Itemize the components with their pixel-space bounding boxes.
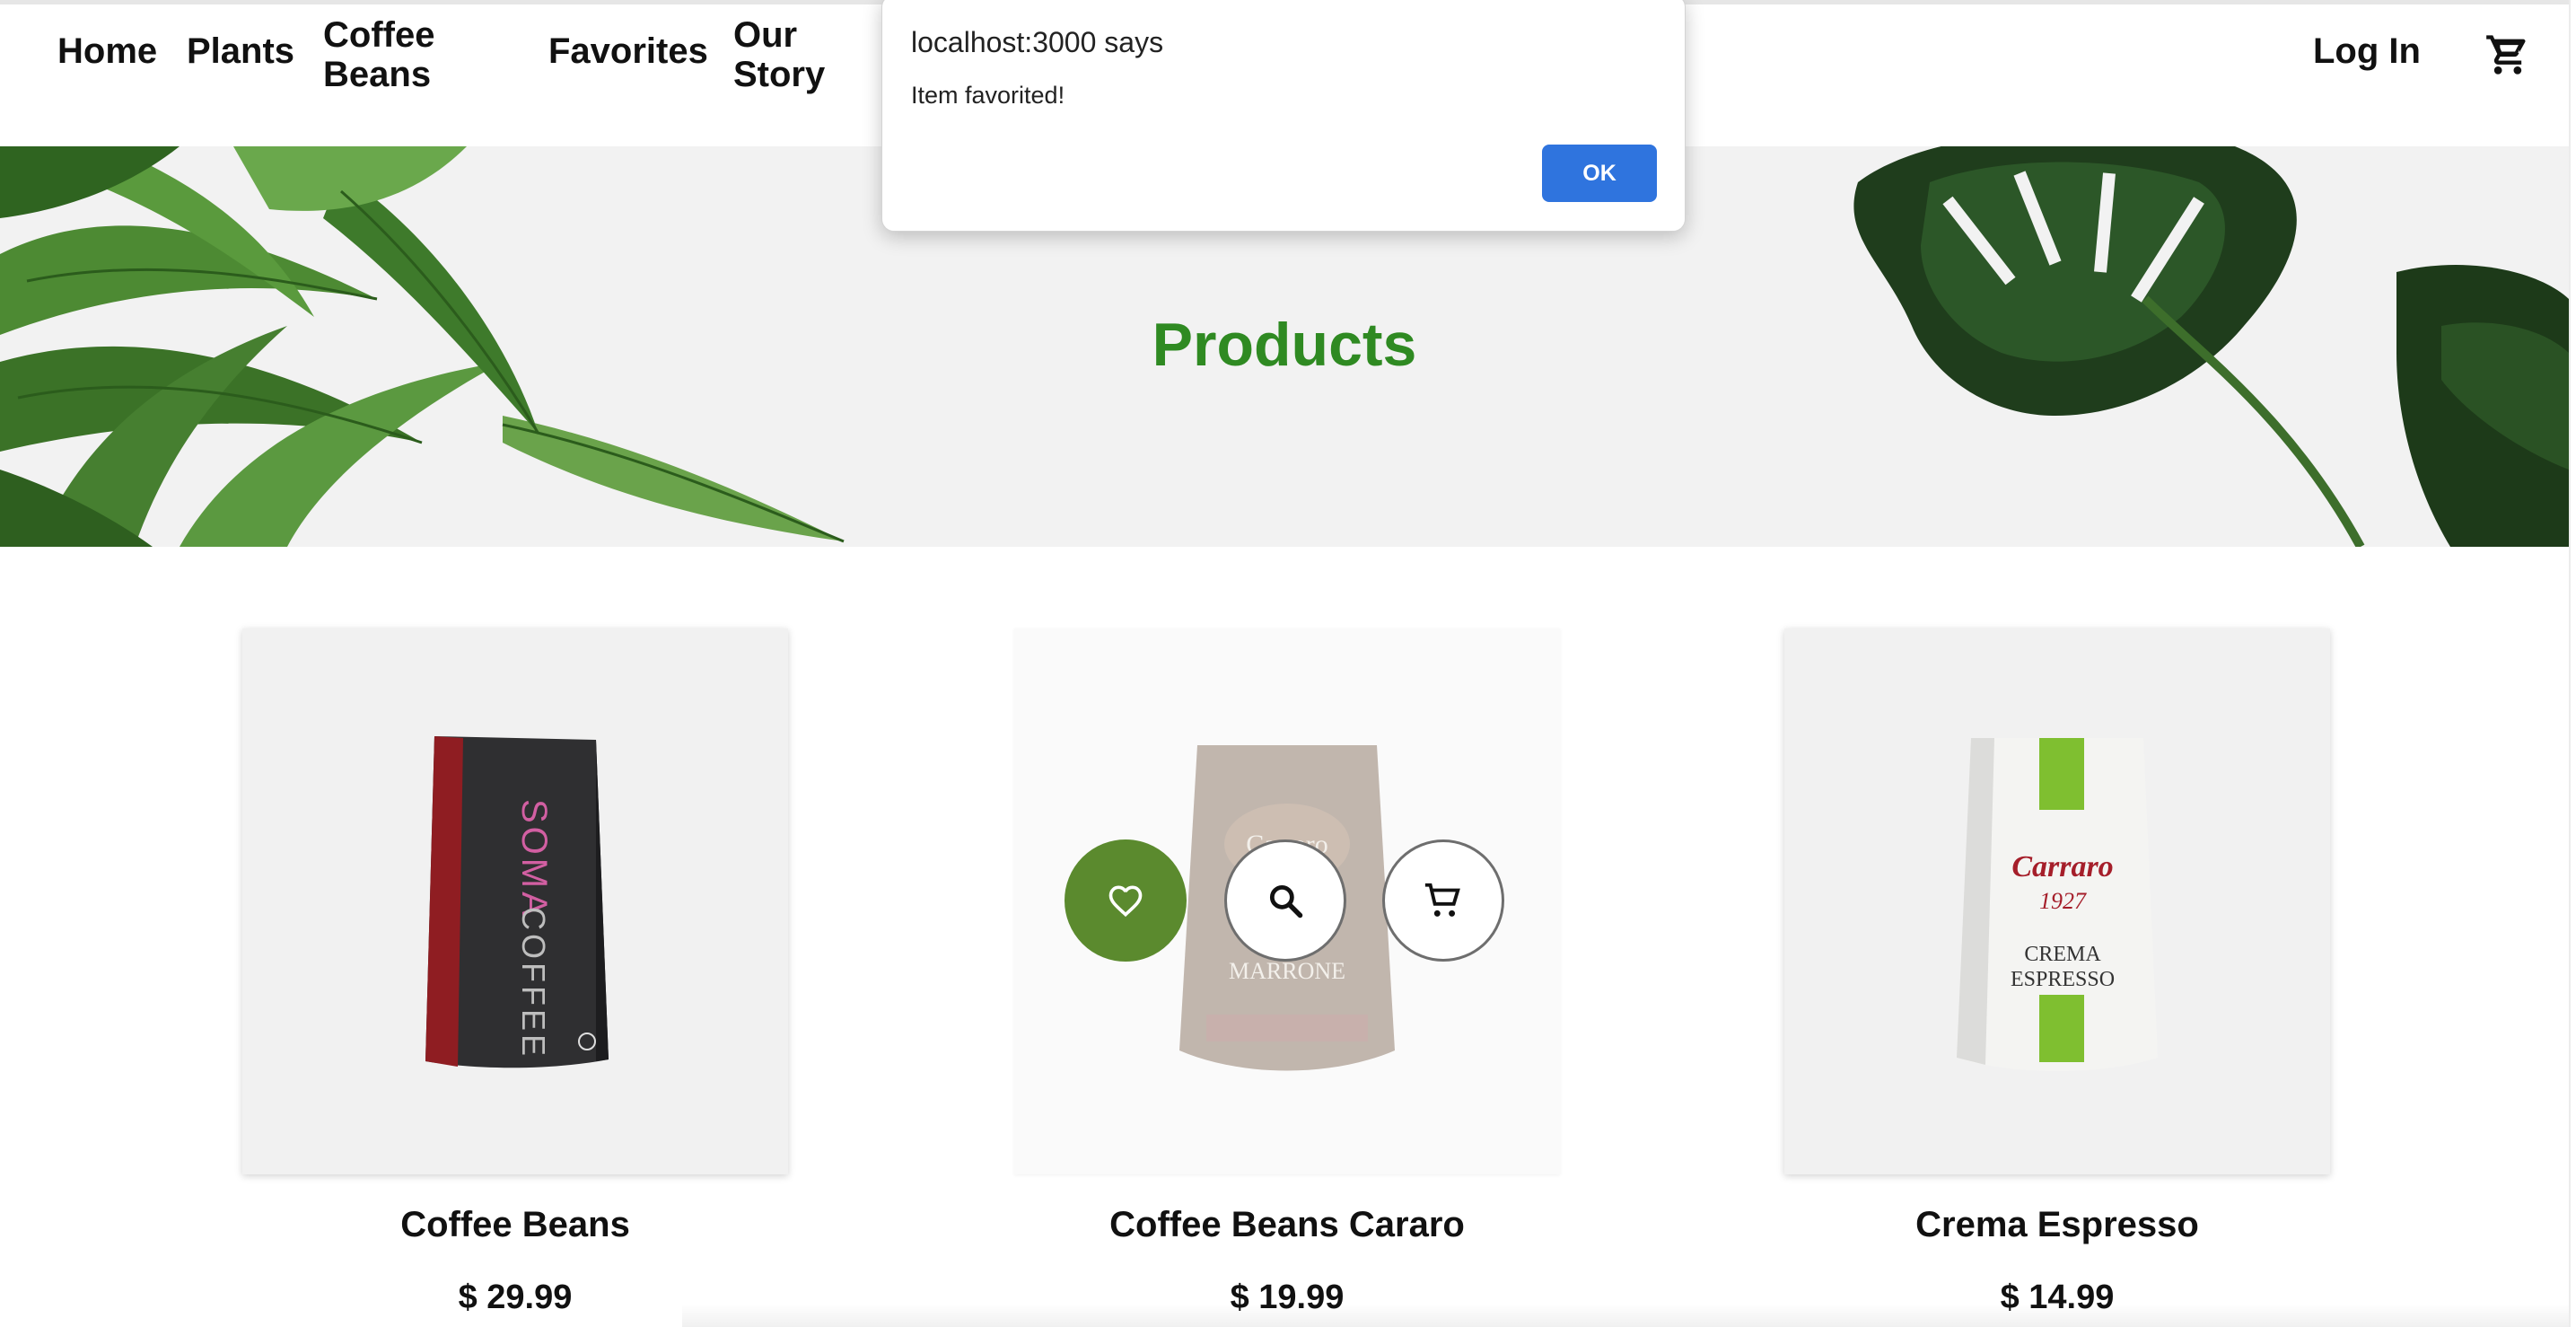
nav-plants[interactable]: Plants	[187, 31, 294, 71]
shopping-cart-icon[interactable]	[2484, 31, 2531, 78]
crema-espresso-bag: Carraro 1927 CREMA ESPRESSO	[1957, 738, 2158, 1071]
quick-view-button[interactable]	[1224, 839, 1346, 962]
dialog-title: localhost:3000 says	[911, 26, 1164, 58]
monstera-leaf-image	[1853, 146, 2569, 547]
search-icon	[1269, 884, 1303, 918]
svg-text:SOMA: SOMA	[514, 799, 554, 919]
svg-text:CREMA: CREMA	[2024, 943, 2101, 966]
product-name[interactable]: Coffee Beans Cararo	[1014, 1205, 1560, 1245]
product-name[interactable]: Crema Espresso	[1784, 1205, 2330, 1245]
bottom-shadow	[682, 1304, 2569, 1327]
page: Home Plants Coffee Beans Favorites Our S…	[0, 0, 2576, 1327]
favorite-button[interactable]	[1065, 839, 1187, 962]
svg-text:ESPRESSO: ESPRESSO	[2011, 968, 2115, 991]
svg-text:COFFEE: COFFEE	[515, 907, 552, 1059]
heart-icon	[1108, 885, 1143, 918]
dialog-message: Item favorited!	[911, 82, 1065, 109]
svg-text:Carraro: Carraro	[2011, 850, 2113, 883]
svg-text:MARRONE: MARRONE	[1229, 958, 1345, 984]
nav-favorites[interactable]: Favorites	[548, 31, 708, 71]
product-name[interactable]: Coffee Beans	[242, 1205, 788, 1245]
product-image[interactable]: SOMA COFFEE	[242, 628, 788, 1174]
product-image[interactable]: Carraro 1927 CREMA ESPRESSO	[1784, 628, 2330, 1174]
nav-our-story[interactable]: Our Story	[733, 15, 832, 94]
alert-dialog: localhost:3000 says Item favorited! OK	[881, 0, 1686, 232]
soma-coffee-bag: SOMA COFFEE	[425, 736, 609, 1068]
window-edge	[2569, 0, 2576, 1327]
add-to-cart-button[interactable]	[1382, 839, 1504, 962]
nav-home[interactable]: Home	[57, 31, 157, 71]
svg-text:1927: 1927	[2039, 888, 2087, 914]
ok-button[interactable]: OK	[1542, 145, 1657, 202]
login-link[interactable]: Log In	[2313, 31, 2421, 71]
cart-icon	[1424, 883, 1460, 917]
nav-coffee-beans[interactable]: Coffee Beans	[323, 15, 458, 94]
